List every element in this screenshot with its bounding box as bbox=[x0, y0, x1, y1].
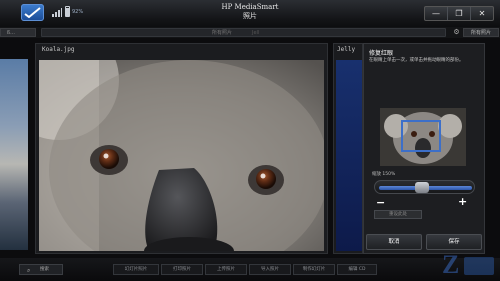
app-title: HP MediaSmart 照片 bbox=[200, 3, 300, 21]
app-title-line2: 照片 bbox=[243, 12, 257, 20]
zoom-in-icon[interactable]: + bbox=[458, 195, 467, 208]
search-button[interactable]: ⌕ 搜索 bbox=[19, 264, 63, 275]
tool-button[interactable]: 幻灯片照片 bbox=[113, 264, 159, 275]
filter-bar[interactable]: 所有照片 Jell bbox=[41, 28, 446, 37]
photo-filename: Koala.jpg bbox=[42, 46, 75, 53]
svg-text:Z: Z bbox=[442, 250, 459, 279]
tool-button[interactable]: 导入照片 bbox=[249, 264, 291, 275]
zoom-slider[interactable] bbox=[374, 180, 475, 194]
window-controls: — ❐ ✕ bbox=[424, 6, 494, 21]
tool-button[interactable]: 打印照片 bbox=[161, 264, 203, 275]
watermark-logo: Z bbox=[440, 245, 498, 279]
zoom-out-icon[interactable]: − bbox=[376, 196, 385, 209]
previous-photo-thumbnail[interactable] bbox=[0, 59, 28, 250]
all-photos-button[interactable]: 所有照片 bbox=[463, 28, 499, 37]
close-icon[interactable]: ✕ bbox=[471, 7, 493, 20]
tool-button[interactable]: 编辑 CD bbox=[337, 264, 377, 275]
bottom-tools: 幻灯片照片 打印照片 上传照片 导入照片 制作幻灯片 编辑 CD bbox=[113, 264, 379, 275]
next-photo-filename: Jelly bbox=[337, 46, 356, 53]
koala-photo[interactable] bbox=[39, 60, 324, 251]
app-title-line1: HP MediaSmart bbox=[221, 3, 279, 11]
restore-icon[interactable]: ❐ bbox=[448, 7, 471, 20]
search-label: 搜索 bbox=[40, 267, 49, 272]
search-icon: ⌕ bbox=[27, 267, 31, 274]
filter-tag: 所有照片 bbox=[212, 30, 233, 36]
zoom-slider-knob[interactable] bbox=[414, 182, 429, 193]
red-eye-panel: 修复红眼 在眼睛上单击一次，或单击并拖动眼睛的部份。 缩放 150% − + 重… bbox=[363, 43, 485, 254]
zoom-preview[interactable] bbox=[380, 108, 466, 166]
photo-viewer: Koala.jpg bbox=[35, 43, 328, 254]
tool-button[interactable]: 上传照片 bbox=[205, 264, 247, 275]
app-logo-icon[interactable] bbox=[21, 4, 44, 21]
battery-icon bbox=[65, 6, 70, 17]
panel-title: 修复红眼 bbox=[369, 50, 394, 57]
panel-description: 在眼睛上单击一次，或单击并拖动眼睛的部份。 bbox=[369, 58, 464, 63]
reset-button[interactable]: 重设此处 bbox=[374, 210, 422, 219]
tool-button[interactable]: 制作幻灯片 bbox=[293, 264, 335, 275]
minimize-icon[interactable]: — bbox=[425, 7, 448, 20]
next-photo-thumbnail[interactable]: Jelly bbox=[333, 43, 363, 254]
back-button[interactable]: ß... bbox=[0, 28, 36, 37]
signal-bars-icon bbox=[52, 8, 62, 17]
battery-percent: 92% bbox=[72, 9, 84, 15]
zoom-label: 缩放 150% bbox=[372, 172, 396, 177]
gear-icon[interactable]: ⚙ bbox=[452, 28, 461, 37]
cancel-button[interactable]: 取消 bbox=[366, 234, 422, 250]
filter-placeholder: Jell bbox=[252, 30, 260, 36]
next-photo-image bbox=[336, 60, 362, 251]
